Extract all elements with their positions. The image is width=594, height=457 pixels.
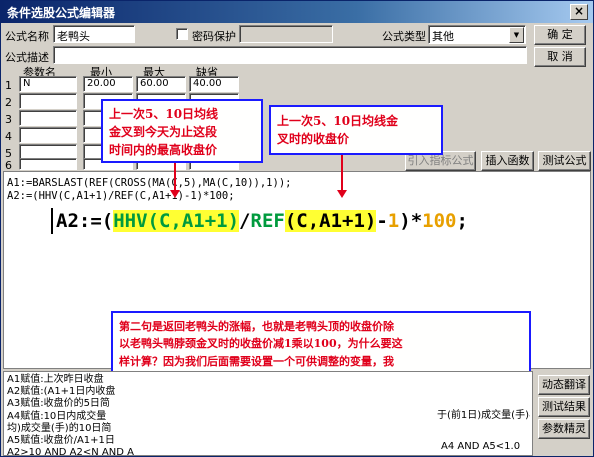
close-button[interactable]: ×: [570, 4, 588, 20]
ok-button[interactable]: 确 定: [534, 25, 586, 45]
password-input[interactable]: [239, 25, 333, 43]
help-tail-text-2: A4 AND A5<1.0: [441, 441, 521, 452]
zoom-ref: REF: [250, 210, 285, 232]
password-label: 密码保护: [192, 30, 236, 43]
param-row-index: 3: [5, 113, 12, 126]
param-name-input[interactable]: [19, 127, 77, 143]
param-default-input[interactable]: 40.00: [189, 76, 239, 92]
param-name-input[interactable]: [19, 93, 77, 109]
annotation-hhv-text: 上一次5、10日均线 金叉到今天为止这段 时间内的最高收盘价: [109, 107, 219, 157]
insert-function-button[interactable]: 插入函数: [481, 151, 534, 171]
annotation-hhv: 上一次5、10日均线 金叉到今天为止这段 时间内的最高收盘价: [101, 99, 263, 163]
window-title: 条件选股公式编辑器: [7, 6, 116, 20]
zoom-close: )*: [399, 210, 423, 232]
zoom-hhv: HHV(C,A1+1): [113, 210, 240, 232]
zoom-hundred: 100: [422, 210, 457, 232]
code-zoom-view: A2:=(HHV(C,A1+1)/REF(C,A1+1)-1)*100;: [56, 210, 468, 232]
help-line: A1赋值:上次昨日收盘: [7, 374, 104, 385]
password-checkbox[interactable]: [176, 28, 188, 40]
param-name-input[interactable]: [19, 158, 77, 170]
dynamic-translate-button[interactable]: 动态翻译: [538, 375, 590, 395]
formula-desc-input[interactable]: [53, 46, 527, 64]
zoom-one: 1: [387, 210, 400, 232]
text-cursor: [51, 208, 53, 234]
param-row-index: 4: [5, 130, 12, 143]
chevron-down-icon[interactable]: ▼: [509, 27, 524, 43]
formula-type-value: 其他: [432, 30, 454, 43]
code-line-2: A2:=(HHV(C,A1+1)/REF(C,A1+1)-1)*100;: [7, 190, 235, 202]
zoom-end: ;: [456, 210, 468, 232]
formula-type-select[interactable]: 其他 ▼: [428, 25, 526, 44]
formula-name-input[interactable]: 老鸭头: [53, 25, 135, 43]
param-name-input[interactable]: [19, 110, 77, 126]
code-line-1: A1:=BARSLAST(REF(CROSS(MA(C,5),MA(C,10))…: [7, 177, 292, 189]
formula-name-label: 公式名称: [5, 30, 49, 43]
formula-type-label: 公式类型: [382, 30, 426, 43]
arrow-shaft-1: [174, 163, 176, 193]
annotation-ref: 上一次5、10日均线金 叉时的收盘价: [269, 105, 443, 155]
arrow-down-icon: [337, 190, 347, 198]
param-name-input[interactable]: N: [19, 76, 77, 92]
title-bar[interactable]: 条件选股公式编辑器 ×: [1, 1, 593, 23]
param-wizard-button[interactable]: 参数精灵: [538, 419, 590, 439]
zoom-assign: A2:=(: [56, 210, 114, 232]
zoom-ref-args: (C,A1+1): [284, 210, 377, 232]
formula-editor-window: 条件选股公式编辑器 × 公式名称 老鸭头 密码保护 公式类型 其他 ▼ 确 定 …: [0, 0, 594, 457]
arrow-shaft-2: [341, 155, 343, 193]
param-row-index: 1: [5, 79, 12, 92]
test-result-button[interactable]: 测试结果: [538, 397, 590, 417]
cancel-button[interactable]: 取 消: [534, 47, 586, 67]
formula-desc-label: 公式描述: [5, 51, 49, 64]
test-formula-button[interactable]: 测试公式: [538, 151, 591, 171]
zoom-slash: /: [239, 210, 251, 232]
help-line: A2赋值:(A1+1日内收盘: [7, 386, 116, 398]
arrow-down-icon: [170, 190, 180, 198]
param-max-input[interactable]: 60.00: [136, 76, 186, 92]
annotation-ref-text: 上一次5、10日均线金 叉时的收盘价: [277, 114, 399, 146]
zoom-minus: -: [376, 210, 388, 232]
help-tail-text-1: 于(前1日)成交量(手)与(前1日)成交量(手)的5日简单移动平: [437, 410, 530, 421]
help-line: 均)成交量(手)的10日简: [7, 422, 112, 434]
param-row-index: 2: [5, 96, 12, 109]
param-min-input[interactable]: 20.00: [83, 76, 133, 92]
